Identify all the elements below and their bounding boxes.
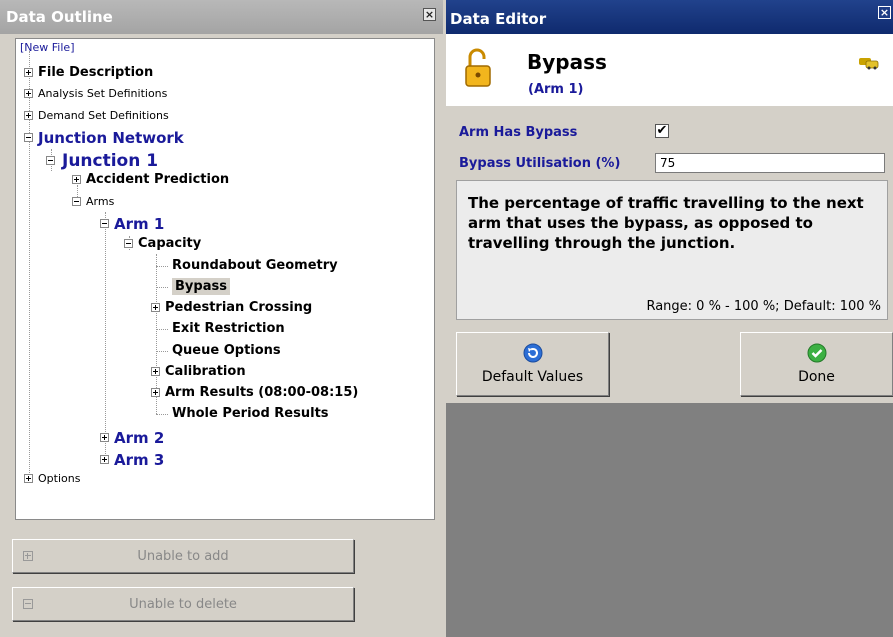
collapse-icon[interactable] xyxy=(46,156,55,165)
cars-icon[interactable] xyxy=(858,56,880,70)
tree-item-label: Junction 1 xyxy=(62,151,159,171)
data-editor-title-bar: Data Editor × xyxy=(446,0,893,34)
tree-connector xyxy=(156,286,168,288)
default-values-label: Default Values xyxy=(481,369,584,385)
tree-connector xyxy=(156,350,168,352)
tree-item-label: Analysis Set Definitions xyxy=(38,87,168,100)
tree-item-label: Junction Network xyxy=(38,129,184,147)
default-values-button[interactable]: Default Values xyxy=(456,332,609,396)
tree-connector xyxy=(156,413,168,415)
delete-button[interactable]: Unable to delete xyxy=(12,587,354,621)
expand-icon[interactable] xyxy=(151,366,160,376)
undo-icon xyxy=(523,343,542,363)
tree-item-label: Arm 1 xyxy=(114,215,165,233)
expand-icon[interactable] xyxy=(100,455,109,464)
unlocked-padlock-icon xyxy=(465,48,491,87)
tree-item-label: Capacity xyxy=(138,236,202,251)
tree-item-label: Options xyxy=(38,472,81,485)
expand-icon[interactable] xyxy=(100,433,109,442)
expand-icon[interactable] xyxy=(151,302,160,312)
expand-icon[interactable] xyxy=(24,67,33,77)
data-outline-title: Data Outline xyxy=(6,8,113,26)
tree-item-bypass[interactable]: Bypass xyxy=(156,278,230,295)
tree-item-analysis-sets[interactable]: Analysis Set Definitions xyxy=(24,87,167,100)
editor-body: Arm Has Bypass ✔ Bypass Utilisation (%) … xyxy=(446,106,893,403)
field-description: The percentage of traffic travelling to … xyxy=(468,194,864,252)
tree-item-label: Arms xyxy=(86,195,115,208)
bypass-utilisation-label: Bypass Utilisation (%) xyxy=(459,156,621,171)
editor-heading: Bypass xyxy=(527,50,607,74)
tree-item-queue-options[interactable]: Queue Options xyxy=(156,343,281,358)
tree-item-arm-3[interactable]: Arm 3 xyxy=(100,451,164,469)
delete-button-label: Unable to delete xyxy=(129,597,237,612)
has-bypass-checkbox[interactable]: ✔ xyxy=(655,124,669,138)
tree-item-arm-1[interactable]: Arm 1 xyxy=(100,215,164,233)
tree-item-label: Pedestrian Crossing xyxy=(165,300,313,315)
expand-icon[interactable] xyxy=(72,174,81,184)
bypass-utilisation-input[interactable]: 75 xyxy=(655,153,885,173)
tree-item-label: Whole Period Results xyxy=(172,406,329,421)
tree-item-exit-restriction[interactable]: Exit Restriction xyxy=(156,321,285,336)
tree-item-label: Queue Options xyxy=(172,343,281,358)
tree-item-junction-network[interactable]: Junction Network xyxy=(24,129,184,147)
close-icon[interactable]: × xyxy=(423,8,436,21)
tree-item-accident-prediction[interactable]: Accident Prediction xyxy=(72,172,229,187)
tree-item-calibration[interactable]: Calibration xyxy=(151,364,246,379)
tree-item-label: Arm 3 xyxy=(114,451,165,469)
editor-subheading: (Arm 1) xyxy=(528,82,584,97)
outline-tree[interactable]: [New File] File Description Analysis Set… xyxy=(15,38,435,520)
has-bypass-label: Arm Has Bypass xyxy=(459,125,578,140)
expand-icon[interactable] xyxy=(24,473,33,483)
expand-icon[interactable] xyxy=(24,110,33,120)
description-box: The percentage of traffic travelling to … xyxy=(456,180,888,320)
data-outline-panel: Data Outline × [New File] File Descripti… xyxy=(0,0,443,637)
tree-item-label: File Description xyxy=(38,65,154,80)
tree-connector xyxy=(156,265,168,267)
tree-item-file-description[interactable]: File Description xyxy=(24,65,153,80)
tree-item-label: Bypass xyxy=(172,278,230,295)
tree-item-label: Roundabout Geometry xyxy=(172,258,338,273)
tree-item-label: Arm Results (08:00-08:15) xyxy=(165,385,359,400)
tree-item-arms[interactable]: Arms xyxy=(72,195,114,208)
add-button[interactable]: Unable to add xyxy=(12,539,354,573)
collapse-icon[interactable] xyxy=(100,219,109,228)
checkmark-icon xyxy=(807,343,826,363)
editor-header: Bypass (Arm 1) xyxy=(446,34,893,106)
tree-item-junction-1[interactable]: Junction 1 xyxy=(46,151,158,171)
data-editor-title: Data Editor xyxy=(450,10,547,28)
done-button[interactable]: Done xyxy=(740,332,893,396)
tree-item-options[interactable]: Options xyxy=(24,472,80,485)
data-editor-panel: Data Editor × Bypass (Arm 1) Arm Has Byp… xyxy=(446,0,893,637)
expand-icon[interactable] xyxy=(151,387,160,397)
tree-connector xyxy=(105,212,106,462)
tree-item-new-file[interactable]: [New File] xyxy=(20,41,74,54)
tree-item-arm-2[interactable]: Arm 2 xyxy=(100,429,164,447)
tree-item-label: Arm 2 xyxy=(114,429,165,447)
add-button-label: Unable to add xyxy=(137,549,229,564)
tree-connector xyxy=(156,328,168,330)
tree-item-pedestrian-crossing[interactable]: Pedestrian Crossing xyxy=(151,300,312,315)
tree-item-roundabout-geometry[interactable]: Roundabout Geometry xyxy=(156,258,338,273)
tree-item-arm-results[interactable]: Arm Results (08:00-08:15) xyxy=(151,385,358,400)
collapse-icon[interactable] xyxy=(72,196,81,206)
tree-item-label: Demand Set Definitions xyxy=(38,109,169,122)
tree-item-demand-sets[interactable]: Demand Set Definitions xyxy=(24,109,169,122)
done-label: Done xyxy=(798,369,835,385)
data-outline-title-bar: Data Outline × xyxy=(0,0,443,34)
close-icon[interactable]: × xyxy=(878,6,891,19)
tree-item-whole-period-results[interactable]: Whole Period Results xyxy=(156,406,329,421)
tree-item-label: Accident Prediction xyxy=(86,172,230,187)
collapse-icon[interactable] xyxy=(124,238,133,248)
expand-icon[interactable] xyxy=(24,88,33,98)
tree-item-label: Calibration xyxy=(165,364,246,379)
tree-item-capacity[interactable]: Capacity xyxy=(124,236,201,251)
range-info: Range: 0 % - 100 %; Default: 100 % xyxy=(646,299,881,314)
collapse-icon[interactable] xyxy=(24,133,33,142)
tree-item-label: Exit Restriction xyxy=(172,321,285,336)
